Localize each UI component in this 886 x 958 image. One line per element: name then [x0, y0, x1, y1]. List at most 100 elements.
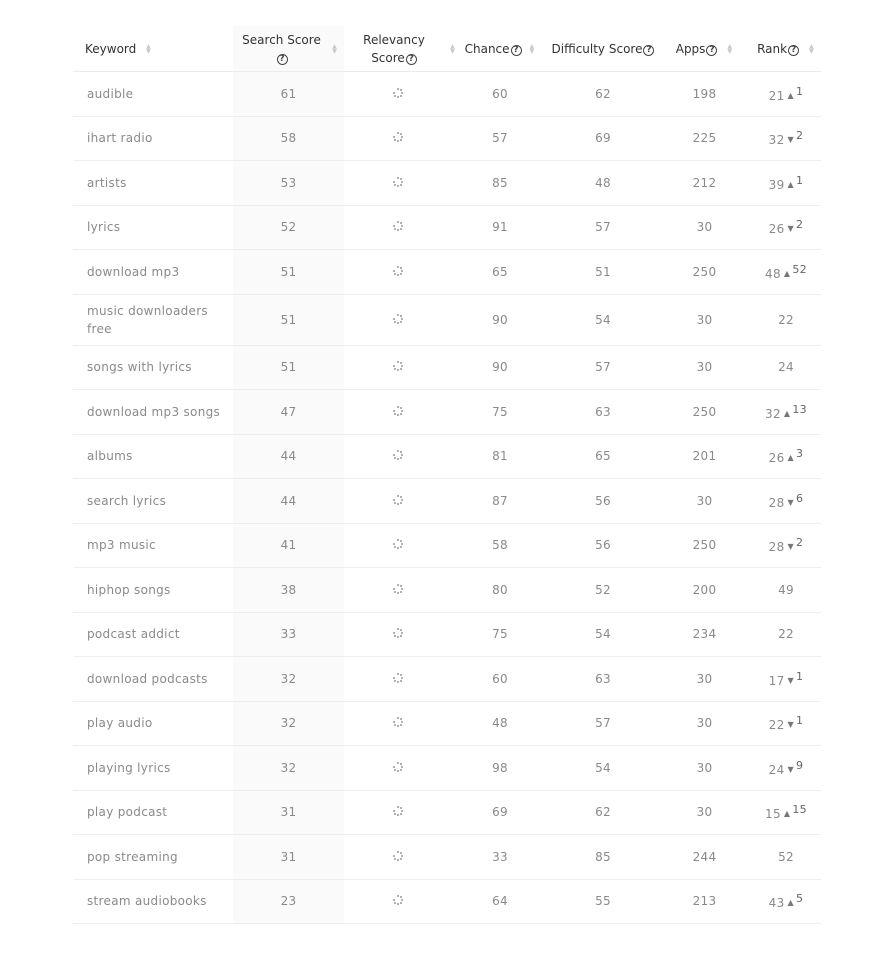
table-row[interactable]: lyrics 52 91 57 30 26 ▼ 2 — [73, 205, 821, 250]
difficulty-score-cell: 65 — [548, 434, 658, 479]
chance-value: 98 — [492, 760, 508, 775]
keyword-cell[interactable]: audible — [73, 71, 233, 117]
rank-change-value: 1 — [796, 714, 804, 728]
chance-value: 81 — [492, 449, 508, 464]
loading-spinner-icon — [393, 761, 403, 772]
help-icon[interactable]: ? — [276, 53, 288, 65]
keyword-cell[interactable]: play podcast — [73, 790, 233, 835]
sort-icon[interactable]: ▲ ▼ — [808, 44, 815, 55]
table-body: audible 61 60 62 198 21 ▲ 1 ihart radio 58… — [73, 71, 821, 924]
keyword-cell[interactable]: download mp3 — [73, 249, 233, 295]
difficulty-score-cell: 85 — [548, 834, 658, 880]
table-row[interactable]: download mp3 songs 47 75 63 250 32 ▲ 13 — [73, 389, 821, 435]
table-row[interactable]: play podcast 31 69 62 30 15 ▲ 15 — [73, 790, 821, 835]
rank-cell: 15 ▲ 15 — [751, 790, 821, 835]
chance-cell: 58 — [452, 523, 548, 568]
table-row[interactable]: pop streaming 31 33 85 244 52 — [73, 834, 821, 880]
table-row[interactable]: download mp3 51 65 51 250 48 ▲ 52 — [73, 249, 821, 295]
keyword-cell[interactable]: stream audiobooks — [73, 879, 233, 924]
difficulty-score-cell: 63 — [548, 656, 658, 702]
table-row[interactable]: mp3 music 41 58 56 250 28 ▼ 2 — [73, 523, 821, 568]
column-header-chance[interactable]: Chance? ▲ ▼ — [452, 26, 548, 72]
keyword-cell[interactable]: hiphop songs — [73, 567, 233, 613]
keyword-cell[interactable]: playing lyrics — [73, 745, 233, 791]
search-score-cell: 52 — [233, 205, 344, 250]
rank-change-value: 6 — [796, 491, 804, 505]
table-row[interactable]: music downloaders free 51 90 54 30 22 — [73, 294, 821, 346]
search-score-value: 32 — [280, 671, 297, 686]
keyword-cell[interactable]: lyrics — [73, 205, 233, 250]
help-icon[interactable]: ? — [510, 44, 522, 56]
sort-icon[interactable]: ▲ ▼ — [331, 43, 338, 54]
rank-change-value: 2 — [796, 536, 804, 550]
rank-up-arrow-icon: ▲ — [787, 179, 794, 189]
keyword-cell[interactable]: podcast addict — [73, 612, 233, 657]
keyword-text: download mp3 songs — [87, 404, 221, 419]
table-row[interactable]: songs with lyrics 51 90 57 30 24 — [73, 345, 821, 390]
table-row[interactable]: audible 61 60 62 198 21 ▲ 1 — [73, 71, 821, 117]
sort-icon[interactable]: ▲ ▼ — [146, 44, 153, 55]
difficulty-score-value: 48 — [595, 175, 611, 190]
keyword-cell[interactable]: search lyrics — [73, 478, 233, 524]
help-icon[interactable]: ? — [706, 44, 718, 56]
keyword-cell[interactable]: music downloaders free — [73, 294, 233, 346]
difficulty-score-cell: 52 — [548, 567, 658, 613]
apps-value: 244 — [692, 849, 717, 864]
apps-value: 30 — [696, 312, 713, 327]
column-header-keyword[interactable]: Keyword ▲ ▼ — [73, 26, 233, 72]
keyword-text: play audio — [87, 716, 153, 731]
keyword-cell[interactable]: play audio — [73, 701, 233, 746]
difficulty-score-cell: 55 — [548, 879, 658, 924]
sort-icon[interactable]: ▲ ▼ — [528, 44, 535, 55]
column-header-apps[interactable]: Apps? ▲ ▼ — [658, 26, 751, 72]
table-row[interactable]: stream audiobooks 23 64 55 213 43 ▲ 5 — [73, 879, 821, 924]
keyword-cell[interactable]: download podcasts — [73, 656, 233, 702]
keyword-cell[interactable]: download mp3 songs — [73, 389, 233, 435]
keyword-cell[interactable]: mp3 music — [73, 523, 233, 568]
keyword-cell[interactable]: ihart radio — [73, 116, 233, 161]
search-score-cell: 58 — [233, 116, 344, 161]
keyword-cell[interactable]: pop streaming — [73, 834, 233, 880]
keyword-cell[interactable]: albums — [73, 434, 233, 479]
table-row[interactable]: download podcasts 32 60 63 30 17 ▼ 1 — [73, 656, 821, 702]
column-header-search-score[interactable]: Search Score ? ▲ ▼ — [233, 26, 344, 72]
search-score-value: 41 — [280, 538, 297, 553]
search-score-cell: 53 — [233, 160, 344, 206]
apps-cell: 30 — [658, 701, 751, 746]
difficulty-score-cell: 57 — [548, 701, 658, 746]
loading-spinner-icon — [393, 494, 403, 505]
rank-cell: 22 — [751, 612, 821, 657]
table-row[interactable]: artists 53 85 48 212 39 ▲ 1 — [73, 160, 821, 206]
column-header-label: Search Score — [242, 32, 321, 47]
help-icon[interactable]: ? — [405, 53, 417, 65]
apps-value: 30 — [696, 493, 713, 508]
table-row[interactable]: albums 44 81 65 201 26 ▲ 3 — [73, 434, 821, 479]
difficulty-score-value: 62 — [595, 805, 611, 820]
apps-cell: 234 — [658, 612, 751, 657]
table-row[interactable]: playing lyrics 32 98 54 30 24 ▼ 9 — [73, 745, 821, 791]
help-icon[interactable]: ? — [788, 44, 800, 56]
help-icon[interactable]: ? — [643, 44, 655, 56]
column-header-relevancy-score[interactable]: Relevancy Score? ▲ ▼ — [344, 26, 455, 72]
apps-cell: 250 — [658, 249, 751, 295]
column-header-rank[interactable]: Rank? ▲ ▼ — [751, 26, 821, 72]
table-row[interactable]: play audio 32 48 57 30 22 ▼ 1 — [73, 701, 821, 746]
search-score-cell: 41 — [233, 523, 344, 568]
keyword-table: Keyword ▲ ▼ Search Score ? ▲ ▼ Relevancy S… — [73, 26, 821, 924]
keyword-cell[interactable]: artists — [73, 160, 233, 206]
table-row[interactable]: hiphop songs 38 80 52 200 49 — [73, 567, 821, 613]
loading-spinner-icon — [393, 850, 403, 861]
chance-value: 60 — [492, 671, 508, 686]
table-row[interactable]: podcast addict 33 75 54 234 22 — [73, 612, 821, 657]
rank-cell: 28 ▼ 2 — [751, 523, 821, 568]
keyword-cell[interactable]: songs with lyrics — [73, 345, 233, 390]
loading-spinner-icon — [393, 628, 403, 639]
rank-value: 24 — [768, 762, 785, 777]
table-row[interactable]: ihart radio 58 57 69 225 32 ▼ 2 — [73, 116, 821, 161]
rank-value: 39 — [768, 177, 785, 192]
table-row[interactable]: search lyrics 44 87 56 30 28 ▼ 6 — [73, 478, 821, 524]
column-header-difficulty-score[interactable]: Difficulty Score? — [548, 26, 658, 72]
keyword-text: artists — [87, 175, 127, 190]
keyword-text: stream audiobooks — [87, 894, 207, 909]
sort-icon[interactable]: ▲ ▼ — [726, 44, 733, 55]
